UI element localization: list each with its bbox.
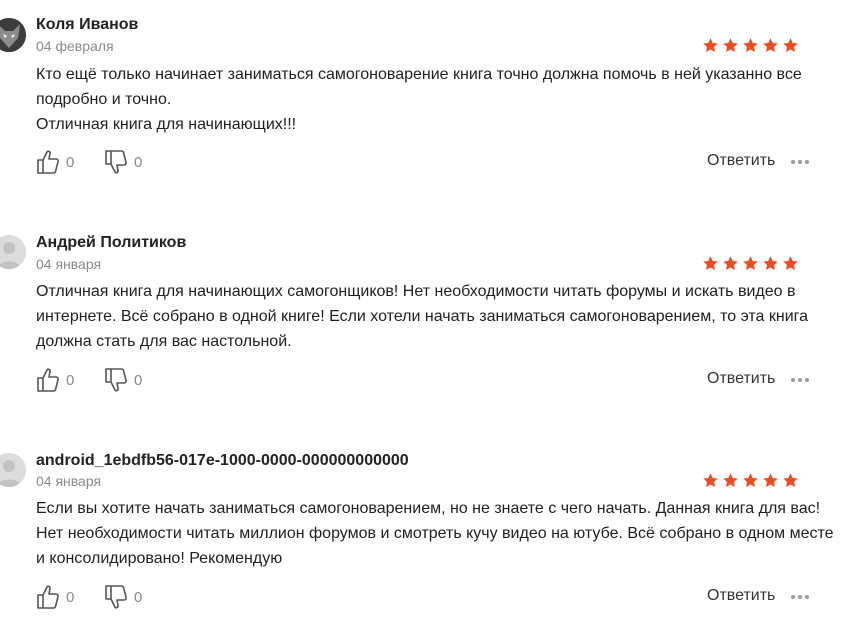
star-rating xyxy=(702,255,799,272)
star-rating xyxy=(702,37,799,54)
reply-button[interactable]: Ответить xyxy=(707,152,775,170)
thumbs-up-icon xyxy=(36,367,60,393)
review-date: 04 февраля xyxy=(36,38,114,54)
avatar[interactable] xyxy=(0,453,26,487)
star-icon xyxy=(782,255,799,272)
dislike-button[interactable]: 0 xyxy=(104,582,142,612)
reply-button[interactable]: Ответить xyxy=(707,370,775,388)
star-icon xyxy=(742,255,759,272)
like-count: 0 xyxy=(66,588,75,606)
star-icon xyxy=(762,472,779,489)
reply-button[interactable]: Ответить xyxy=(707,587,775,605)
review-paragraph: Отличная книга для начинающих самогонщик… xyxy=(36,283,809,350)
dislike-button[interactable]: 0 xyxy=(104,147,142,177)
like-count: 0 xyxy=(66,371,75,389)
review-author[interactable]: Андрей Политиков xyxy=(36,234,186,252)
thumbs-down-icon xyxy=(104,367,128,393)
review-text: Отличная книга для начинающих самогонщик… xyxy=(36,279,836,354)
review-paragraph: Кто ещё только начинает заниматься самог… xyxy=(36,66,802,108)
star-icon xyxy=(702,255,719,272)
avatar[interactable] xyxy=(0,235,26,269)
star-icon xyxy=(782,472,799,489)
dislike-count: 0 xyxy=(134,371,143,389)
review-text: Если вы хотите начать заниматься самогон… xyxy=(36,496,836,571)
star-icon xyxy=(702,37,719,54)
thumbs-down-icon xyxy=(104,584,128,610)
review-author[interactable]: android_1ebdfb56-017e-1000-0000-00000000… xyxy=(36,452,409,470)
review-author[interactable]: Коля Иванов xyxy=(36,16,138,34)
star-icon xyxy=(762,37,779,54)
like-count: 0 xyxy=(66,153,75,171)
review-paragraph: Если вы хотите начать заниматься самогон… xyxy=(36,500,834,567)
default-avatar-icon xyxy=(0,235,26,269)
star-icon xyxy=(702,472,719,489)
review-date: 04 января xyxy=(36,256,102,272)
like-button[interactable]: 0 xyxy=(36,365,74,395)
dislike-button[interactable]: 0 xyxy=(104,365,142,395)
review-actions: 0 0 Ответить xyxy=(36,582,826,612)
thumbs-up-icon xyxy=(36,149,60,175)
star-icon xyxy=(722,37,739,54)
star-rating xyxy=(702,472,799,489)
review-date: 04 января xyxy=(36,473,102,489)
avatar[interactable] xyxy=(0,18,26,52)
review-actions: 0 0 Ответить xyxy=(36,365,826,395)
default-avatar-icon xyxy=(0,453,26,487)
star-icon xyxy=(742,37,759,54)
more-dots-icon[interactable] xyxy=(791,590,809,604)
star-icon xyxy=(742,472,759,489)
review-actions: 0 0 Ответить xyxy=(36,147,826,177)
thumbs-down-icon xyxy=(104,149,128,175)
review-text: Кто ещё только начинает заниматься самог… xyxy=(36,62,836,137)
like-button[interactable]: 0 xyxy=(36,582,74,612)
dislike-count: 0 xyxy=(134,588,143,606)
dislike-count: 0 xyxy=(134,153,143,171)
star-icon xyxy=(762,255,779,272)
review-paragraph: Отличная книга для начинающих!!! xyxy=(36,116,297,133)
thumbs-up-icon xyxy=(36,584,60,610)
more-dots-icon[interactable] xyxy=(791,155,809,169)
star-icon xyxy=(782,37,799,54)
more-dots-icon[interactable] xyxy=(791,373,809,387)
star-icon xyxy=(722,472,739,489)
wolf-avatar-icon xyxy=(0,18,26,52)
star-icon xyxy=(722,255,739,272)
like-button[interactable]: 0 xyxy=(36,147,74,177)
